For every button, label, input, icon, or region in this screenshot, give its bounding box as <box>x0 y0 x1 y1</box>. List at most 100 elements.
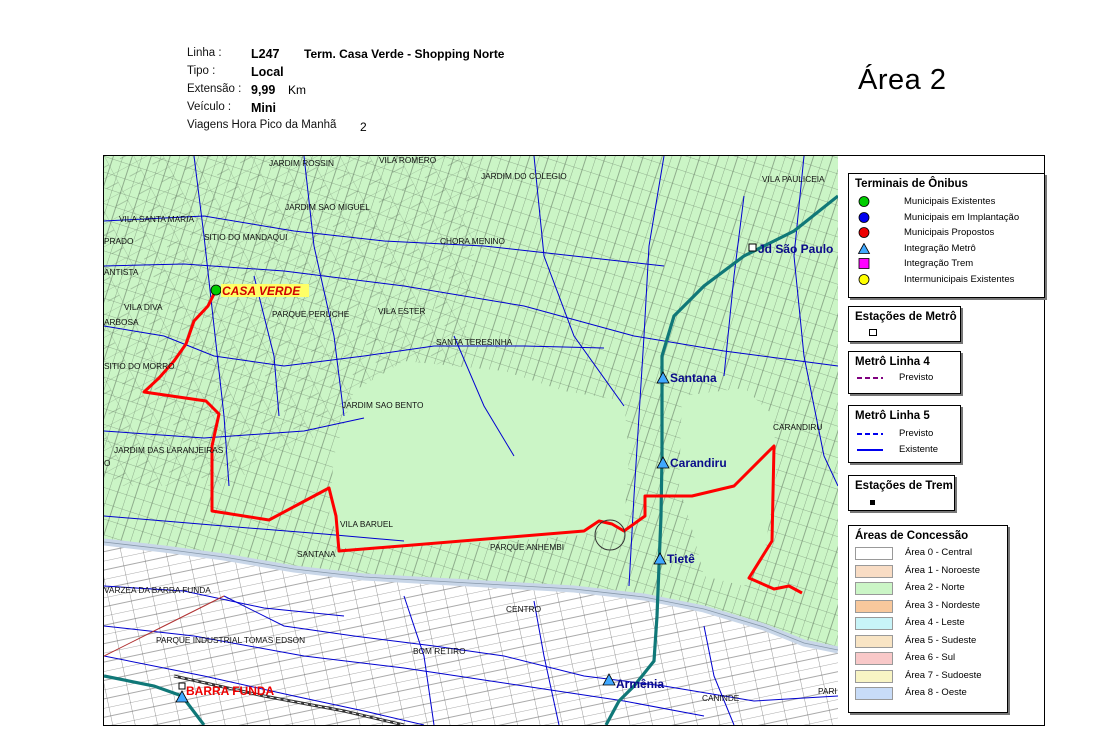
municipal-terminal-icon <box>210 284 222 296</box>
magenta-square-icon <box>858 258 870 269</box>
extensao-label: Extensão : <box>187 83 242 95</box>
terminal-casa-verde[interactable]: CASA VERDE <box>210 284 309 298</box>
nb-7: PRADO <box>104 236 134 246</box>
veiculo-label: Veículo : <box>187 101 232 113</box>
terminal-barra-funda-label: BARRA FUNDA <box>186 684 275 698</box>
legend-item-linha5-existente: Existente <box>849 443 960 459</box>
area-label: Área 1 - Noroeste <box>905 564 980 576</box>
area-label: Área 7 - Sudoeste <box>905 669 982 681</box>
nb-12: PARQUE PERUCHE <box>272 309 350 319</box>
extensao-unit: Km <box>288 83 306 97</box>
metro-station-icon <box>748 243 757 252</box>
nb-1: VILA ROMERO <box>379 156 437 165</box>
linha-name: Term. Casa Verde - Shopping Norte <box>304 47 505 61</box>
legend-item-intermunicipais: Intermunicipais Existentes <box>849 273 1044 289</box>
train-station-icon <box>178 682 186 690</box>
legend-estacoes-metro: Estações de Metrô <box>848 306 961 342</box>
area-label: Área 2 - Norte <box>905 582 965 593</box>
nb-22: PARQUE ANHEMBI <box>490 542 564 552</box>
purple-dashed-line-icon <box>857 377 883 379</box>
station-label: Carandiru <box>670 456 727 470</box>
legend-panel: Terminais de Ônibus Municipais Existente… <box>838 155 1045 726</box>
area-label: Área 5 - Sudeste <box>905 634 977 646</box>
area-swatch <box>855 634 893 648</box>
nb-23: VARZEA DA BARRA FUNDA <box>104 585 211 595</box>
area-swatch <box>855 564 893 578</box>
map-canvas: JARDIM ROSSIN VILA ROMERO JARDIM DO COLE… <box>104 156 838 725</box>
nb-11: ARBOSA <box>104 317 139 327</box>
legend-area-item: Área 5 - Sudeste <box>849 634 1007 652</box>
nb-3: VILA PAULICEIA <box>762 174 825 184</box>
legend-areas: Áreas de Concessão Área 0 - Central Área … <box>848 525 1008 713</box>
legend-area-item: Área 7 - Sudoeste <box>849 669 1007 687</box>
area-label: Área 6 - Sul <box>905 652 956 663</box>
legend-estacoes-metro-title: Estações de Metrô <box>855 311 957 323</box>
station-label: Tietê <box>667 552 695 566</box>
blue-solid-line-icon <box>857 448 883 451</box>
veiculo-value: Mini <box>251 101 276 115</box>
legend-estacoes-trem-title: Estações de Trem <box>855 480 953 492</box>
area-swatch <box>855 652 893 665</box>
area-swatch <box>855 617 893 630</box>
yellow-circle-icon <box>858 273 870 285</box>
nb-14: SANTA TERESINHA <box>436 337 513 347</box>
legend-item-linha4-previsto: Previsto <box>849 371 960 387</box>
red-circle-icon <box>858 227 870 238</box>
legend-metro-linha5: Metrô Linha 5 Previsto Existente <box>848 405 961 463</box>
legend-item-municipais-implantacao: Municipais em Implantação <box>849 211 1044 227</box>
legend-area-item: Área 1 - Noroeste <box>849 564 1007 582</box>
nb-27: CANINDE <box>702 693 740 703</box>
station-jd-sao-paulo[interactable]: Jd São Paulo <box>748 242 833 256</box>
legend-metro-linha5-title: Metrô Linha 5 <box>855 410 930 422</box>
area-swatch <box>855 669 893 683</box>
legend-item-linha5-previsto: Previsto <box>849 427 960 443</box>
extensao-value: 9,99 <box>251 83 276 97</box>
nb-15: SITIO DO MORRO <box>104 361 175 371</box>
area-label: Área 8 - Oeste <box>905 687 967 698</box>
viagens-label: Viagens Hora Pico da Manhã <box>187 119 337 131</box>
nb-21: SANTANA <box>297 549 336 559</box>
map-view[interactable]: JARDIM ROSSIN VILA ROMERO JARDIM DO COLE… <box>103 155 839 726</box>
area-swatch <box>855 687 893 700</box>
train-station-icon <box>870 500 875 505</box>
legend-item-municipais-existentes: Municipais Existentes <box>849 195 1044 211</box>
nb-20: VILA BARUEL <box>340 519 393 529</box>
nb-19: O <box>104 458 111 468</box>
legend-estacoes-trem: Estações de Trem <box>848 475 955 511</box>
station-label: Jd São Paulo <box>758 242 833 256</box>
nb-0: JARDIM ROSSIN <box>269 158 334 168</box>
legend-terminais: Terminais de Ônibus Municipais Existente… <box>848 173 1045 298</box>
nb-10: VILA DIVA <box>124 302 163 312</box>
nb-2: JARDIM DO COLEGIO <box>481 171 567 181</box>
nb-25: PARQUE INDUSTRIAL TOMAS EDSON <box>156 635 305 645</box>
area-label: Área 0 - Central <box>905 547 973 558</box>
nb-26: BOM RETIRO <box>413 646 466 656</box>
area-title: Área 2 <box>858 64 947 96</box>
legend-areas-title: Áreas de Concessão <box>855 530 969 542</box>
area-label: Área 3 - Nordeste <box>905 599 980 611</box>
area-swatch <box>855 582 893 595</box>
station-tiete[interactable]: Tietê <box>653 552 695 566</box>
area-swatch <box>855 547 893 560</box>
nb-8: CHORA MENINO <box>440 236 506 246</box>
legend-item-municipais-propostos: Municipais Propostos <box>849 226 1044 242</box>
nb-5: VILA SANTA MARIA <box>119 214 194 224</box>
legend-area-item: Área 6 - Sul <box>849 651 1007 669</box>
nb-16: JARDIM SAO BENTO <box>342 400 424 410</box>
viagens-value: 2 <box>360 120 367 134</box>
nb-6: SITIO DO MANDAQUI <box>204 232 287 242</box>
linha-code: L247 <box>251 47 280 61</box>
legend-area-item: Área 2 - Norte <box>849 581 1007 599</box>
metro-station-icon <box>869 329 877 336</box>
legend-item-integracao-metro: Integração Metrô <box>849 242 1044 258</box>
tipo-label: Tipo : <box>187 65 216 77</box>
nb-17: CARANDIRU <box>773 422 822 432</box>
green-circle-icon <box>858 196 870 207</box>
nb-9: ANTISTA <box>104 267 139 277</box>
linha-label: Linha : <box>187 47 222 59</box>
area-label: Área 4 - Leste <box>905 617 965 628</box>
legend-metro-linha4-title: Metrô Linha 4 <box>855 356 930 368</box>
legend-area-item: Área 4 - Leste <box>849 616 1007 634</box>
station-label: Santana <box>670 371 717 385</box>
blue-dashed-line-icon <box>857 433 883 435</box>
